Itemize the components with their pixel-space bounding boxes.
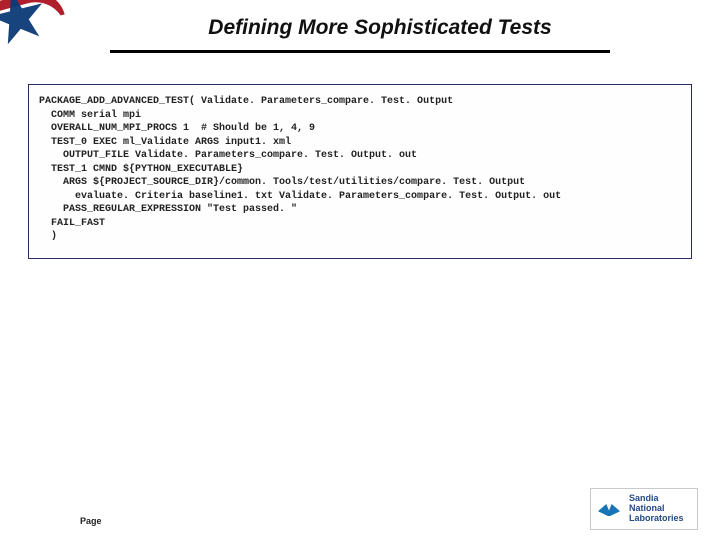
sandia-logo-text: Sandia National Laboratories	[629, 494, 684, 524]
sandia-logo: Sandia National Laboratories	[590, 488, 698, 530]
code-block: PACKAGE_ADD_ADVANCED_TEST( Validate. Par…	[28, 84, 692, 259]
slide-header: Defining More Sophisticated Tests	[0, 0, 720, 70]
title-underline	[110, 50, 610, 53]
thunderbird-icon	[595, 495, 623, 523]
page-number-label: Page	[80, 516, 102, 526]
slide-title: Defining More Sophisticated Tests	[0, 0, 720, 40]
slide-footer: Page Sandia National Laboratories	[0, 486, 720, 540]
corner-decoration	[0, 0, 68, 68]
logo-line-3: Laboratories	[629, 514, 684, 524]
